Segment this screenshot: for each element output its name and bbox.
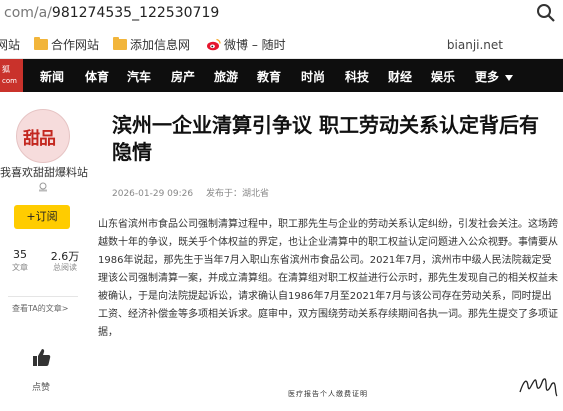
author-name[interactable]: 我喜欢甜甜爆料站	[0, 164, 88, 180]
bookmark-item[interactable]: 合作网站	[34, 36, 99, 53]
avatar-logo: 甜品	[23, 129, 56, 149]
bookmark-item[interactable]: 网站	[0, 36, 20, 53]
article-title: 滨州一企业清算引争议 职工劳动关系认定背后有隐情	[112, 113, 539, 164]
folder-icon	[34, 37, 48, 50]
nav-item-auto[interactable]: 汽车	[127, 68, 151, 85]
nav-more[interactable]: 更多	[475, 68, 514, 85]
address-bar[interactable]: com/a/981274535_122530719	[0, 0, 563, 29]
publish-date: 2026-01-29 09:26	[112, 189, 194, 199]
article-meta: 2026-01-29 09:26 发布于：湖北省	[112, 186, 563, 199]
author-articles-link[interactable]: 查看TA的文章>	[12, 303, 68, 314]
article-body: 山东省滨州市食品公司强制清算过程中，职工那先生与企业的劳动关系认定纠纷，引发社会…	[98, 219, 558, 338]
like-label: 点赞	[31, 383, 50, 393]
nav-item-house[interactable]: 房产	[171, 68, 195, 85]
nav-item-travel[interactable]: 旅游	[214, 68, 238, 85]
site-logo[interactable]: 狐 com	[0, 59, 23, 92]
publish-location: 发布于：湖北省	[205, 189, 269, 199]
handwritten-signature	[519, 378, 558, 397]
article: 滨州一企业清算引争议 职工劳动关系认定背后有隐情 2026-01-29 09:2…	[98, 112, 563, 342]
top-navigation: 狐 com 新闻 体育 汽车 房产 旅游 教育 时尚 科技 财经 娱乐 更多	[0, 59, 563, 92]
bookmark-right-text[interactable]: bianji.net	[447, 38, 503, 52]
bookmarks-bar: 网站 合作网站 添加信息网 微博 – 随时 bianji.net	[0, 28, 563, 59]
articles-label: 文章	[12, 263, 28, 272]
nav-item-entertainment[interactable]: 娱乐	[431, 68, 455, 85]
follow-button[interactable]: +订阅	[14, 205, 70, 229]
thumbs-up-icon[interactable]	[30, 346, 52, 368]
url-text[interactable]: com/a/981274535_122530719	[4, 5, 219, 21]
bookmark-item[interactable]: 添加信息网	[113, 36, 190, 53]
articles-count: 35	[13, 248, 27, 261]
nav-item-news[interactable]: 新闻	[40, 68, 64, 85]
folder-icon	[113, 37, 127, 50]
chevron-down-icon	[505, 75, 514, 81]
nav-item-education[interactable]: 教育	[257, 68, 281, 85]
author-badge-icon	[39, 182, 47, 192]
search-icon[interactable]	[535, 2, 557, 24]
reads-label: 总阅读	[53, 263, 77, 272]
nav-item-finance[interactable]: 财经	[388, 68, 412, 85]
nav-item-tech[interactable]: 科技	[345, 68, 369, 85]
avatar[interactable]: 甜品	[16, 109, 70, 163]
author-sidebar: 甜品 我喜欢甜甜爆料站 +订阅 35 文章 2.6万 总阅读 查看TA的文章> …	[0, 92, 88, 411]
weibo-icon	[207, 38, 221, 51]
nav-item-fashion[interactable]: 时尚	[301, 68, 325, 85]
document-image-caption: 医疗报告个人缴费证明	[288, 390, 368, 398]
nav-item-sports[interactable]: 体育	[85, 68, 109, 85]
bookmark-item[interactable]: 微博 – 随时	[206, 36, 286, 53]
divider	[8, 296, 78, 297]
